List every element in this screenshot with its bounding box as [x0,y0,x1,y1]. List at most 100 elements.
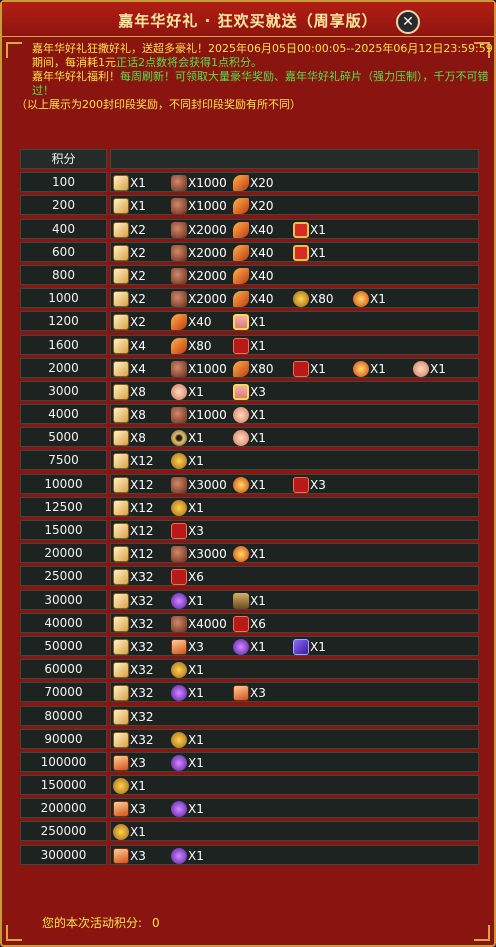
rewards-cell: X32 X6 [110,566,479,587]
reward-quantity: X1 [310,222,326,237]
coin-icon [171,453,187,470]
reward-quantity: X1 [188,431,204,446]
coin-icon [171,499,187,516]
feather-icon [171,337,187,354]
points-cell: 1000 [20,288,107,309]
reward-quantity: X3000 [188,547,227,562]
scroll-icon [113,546,129,563]
reward-quantity: X2000 [188,268,227,283]
reward-quantity: X1 [130,176,146,191]
reward-quantity: X1 [188,802,204,817]
reward-quantity: X32 [130,686,154,701]
table-row: 80000 X32 [20,705,479,726]
rewards-cell: X2 X40 X1 [110,311,479,332]
scroll-icon [113,360,129,377]
points-cell: 15000 [20,520,107,540]
reward-quantity: X12 [130,500,154,515]
scroll-icon [113,430,129,447]
pbook-icon [293,638,309,655]
table-row: 25000 X32 X6 [20,566,479,587]
reward-quantity: X1000 [188,199,227,214]
giftbox-icon [233,314,249,331]
ore-icon [171,221,187,238]
corner-ornament [6,925,22,941]
points-cell: 4000 [20,404,107,425]
info-headline: 嘉年华好礼狂撒好礼，送超多豪礼！ [32,42,208,55]
ore-icon [171,198,187,215]
reward-quantity: X2000 [188,292,227,307]
table-row: 3000 X8 X1 X3 [20,380,479,401]
scroll-icon [113,221,129,238]
card-icon [113,754,129,771]
reward-quantity: X2 [130,292,146,307]
scroll-icon [113,337,129,354]
feather-icon [233,198,249,215]
points-cell: 200 [20,195,107,216]
purple-icon [171,801,187,818]
points-cell: 100 [20,172,107,193]
card-icon [113,801,129,818]
rewards-cell: X32 X1 [110,728,479,749]
table-row: 90000 X32 X1 [20,728,479,749]
scroll-icon [113,615,129,632]
table-row: 200000 X3 X1 [20,798,479,819]
reward-quantity: X3 [188,639,204,654]
rewards-cell: X12 X3000 X1 X3 [110,473,479,494]
card-icon [233,685,249,702]
points-cell: 100000 [20,751,107,772]
reward-table: 积分 100 X1 X1000 X20 200 X1 X1000 X20 400 X2 X2000 X… [20,149,479,868]
rewards-cell: X2 X2000 X40 [110,264,479,285]
info-note: （以上展示为200封印段奖励，不同封印段奖励有所不同） [16,98,301,111]
reward-quantity: X80 [310,292,334,307]
title-bar: 嘉年华好礼 · 狂欢买就送（周享版） ✕ [2,2,494,37]
points-cell: 400 [20,218,107,239]
table-row: 200 X1 X1000 X20 [20,195,479,216]
reward-quantity: X1 [370,292,386,307]
points-cell: 300000 [20,844,107,865]
table-row: 100000 X3 X1 [20,751,479,772]
reward-quantity: X3 [130,802,146,817]
rewards-cell: X1 X1000 X20 [110,195,479,216]
rewards-cell: X32 X1 X3 [110,682,479,703]
redbox-icon [233,615,249,632]
purple-icon [171,847,187,864]
card-icon [171,638,187,655]
ore-icon [171,267,187,284]
rewards-cell: X32 X4000 X6 [110,612,479,633]
points-cell: 20000 [20,543,107,564]
rewards-cell: X3 X1 [110,798,479,819]
reward-quantity: X32 [130,570,154,585]
reward-quantity: X6 [188,570,204,585]
redbox-icon [293,360,309,377]
points-cell: 600 [20,241,107,262]
purple-icon [171,685,187,702]
coin-icon [171,662,187,679]
flower-icon [171,383,187,400]
reward-quantity: X6 [250,616,266,631]
close-icon[interactable]: ✕ [396,10,420,34]
flame-icon [353,360,369,377]
table-row: 40000 X32 X4000 X6 [20,612,479,633]
points-cell: 7500 [20,450,107,471]
rewards-cell: X12 X1 [110,450,479,471]
points-cell: 3000 [20,380,107,401]
purple-icon [233,638,249,655]
reward-quantity: X1 [310,361,326,376]
reward-quantity: X1 [310,639,326,654]
rewards-cell: X32 X1 X1 [110,589,479,610]
reward-quantity: X2000 [188,222,227,237]
scroll-icon [113,499,129,516]
ore-icon [171,360,187,377]
rewards-cell: X8 X1 X1 [110,427,479,448]
event-description: 嘉年华好礼狂撒好礼，送超多豪礼！2025年06月05日00:00:05--202… [16,42,496,112]
rewards-cell: X1 [110,821,479,842]
rewards-cell: X4 X80 X1 [110,334,479,355]
reward-quantity: X32 [130,639,154,654]
rewards-cell: X2 X2000 X40 X1 [110,241,479,262]
table-row: 4000 X8 X1000 X1 [20,404,479,425]
scroll-icon [113,662,129,679]
points-cell: 60000 [20,659,107,680]
rewards-cell: X32 [110,705,479,726]
feather-icon [233,221,249,238]
reward-quantity: X2 [130,315,146,330]
